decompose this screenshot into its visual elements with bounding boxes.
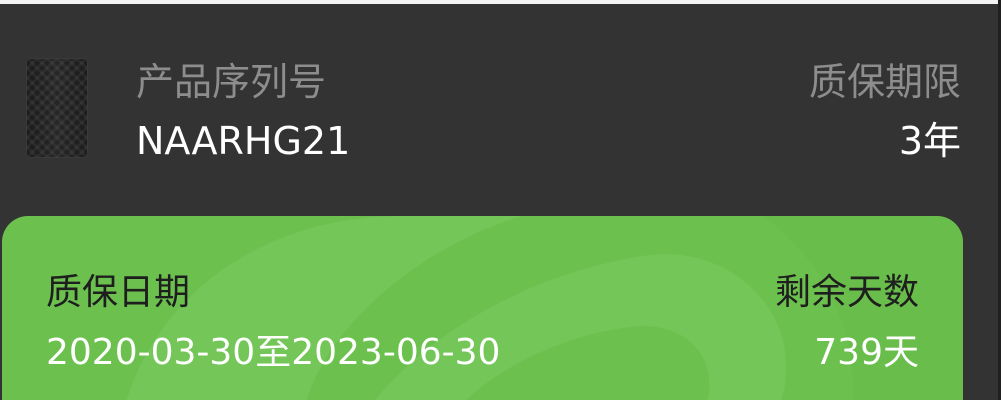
- serial-number-label: 产品序列号: [136, 60, 327, 104]
- warranty-period-label: 质保期限: [808, 60, 961, 104]
- top-edge: [0, 0, 1001, 4]
- remaining-days-value: 739天: [814, 332, 919, 373]
- warranty-date-value: 2020-03-30至2023-06-30: [46, 332, 501, 373]
- warranty-card: 质保日期 2020-03-30至2023-06-30 剩余天数 739天: [2, 216, 963, 400]
- hard-drive-product-image: [26, 58, 88, 158]
- warranty-screen: 产品序列号 NAARHG21 质保期限 3年 质保日期 2020-03-30至2…: [0, 0, 1001, 400]
- remaining-days-label: 剩余天数: [774, 272, 919, 313]
- serial-number-value: NAARHG21: [136, 119, 351, 163]
- warranty-period-value: 3年: [898, 119, 961, 163]
- warranty-date-label: 质保日期: [46, 272, 191, 313]
